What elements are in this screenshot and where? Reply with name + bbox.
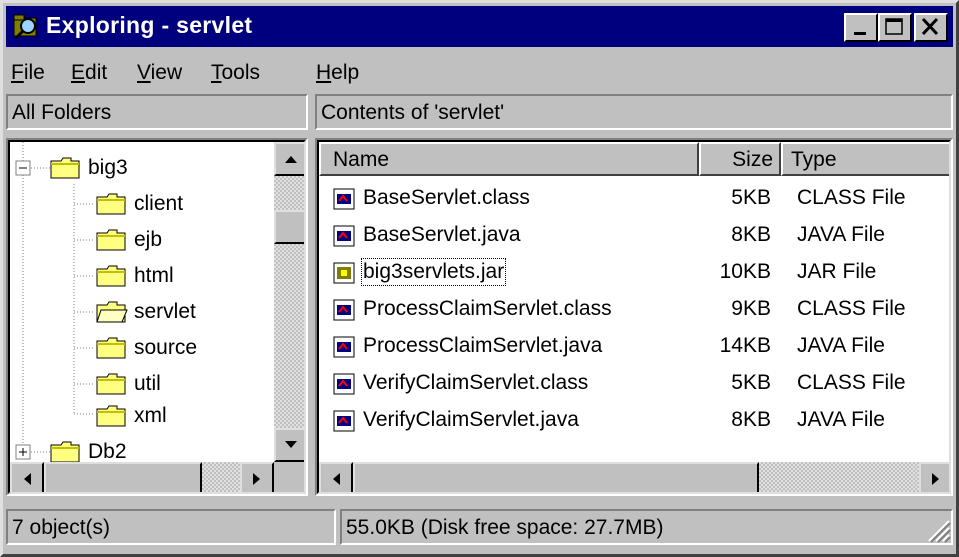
- menu-file[interactable]: File: [11, 61, 45, 85]
- arrow-left-icon: [333, 473, 340, 485]
- file-size: 5KB: [731, 186, 771, 209]
- tree-item-source[interactable]: source: [10, 332, 274, 366]
- tree-scroll-up-button[interactable]: [274, 142, 304, 176]
- file-type: JAVA File: [797, 223, 885, 246]
- close-icon: [921, 17, 939, 36]
- tree-item-servlet[interactable]: servlet: [10, 296, 274, 330]
- pane-splitter[interactable]: [308, 94, 315, 496]
- list-scroll-right-button[interactable]: [919, 462, 949, 492]
- arrow-up-icon: [285, 156, 297, 163]
- tree-vertical-scroll-thumb[interactable]: [274, 210, 304, 244]
- minimize-icon: [854, 32, 866, 35]
- column-header-type[interactable]: Type: [781, 142, 949, 176]
- tree-item-big3[interactable]: big3: [10, 152, 274, 186]
- tree-item-ejb[interactable]: ejb: [10, 224, 274, 258]
- tree-item-util[interactable]: util: [10, 368, 274, 402]
- arrow-left-icon: [24, 473, 31, 485]
- tree-item-html[interactable]: html: [10, 260, 274, 294]
- folder-icon: [50, 441, 80, 463]
- window-title: Exploring - servlet: [46, 12, 253, 38]
- tree-scroll-right-button[interactable]: [240, 462, 274, 492]
- contents-header: Contents of 'servlet': [315, 94, 953, 130]
- tree-scroll-left-button[interactable]: [10, 462, 44, 492]
- file-type: JAVA File: [797, 334, 885, 357]
- status-object-count: 7 object(s): [6, 509, 336, 545]
- folder-icon: [96, 405, 126, 427]
- folder-icon: [96, 337, 126, 359]
- arrow-down-icon: [285, 441, 297, 448]
- file-type: JAVA File: [797, 408, 885, 431]
- title-bar[interactable]: Exploring - servlet: [6, 6, 953, 47]
- arrow-right-icon: [253, 473, 260, 485]
- file-row[interactable]: big3servlets.jar 10KB JAR File: [319, 254, 939, 290]
- close-button[interactable]: [914, 13, 948, 42]
- file-size: 5KB: [731, 371, 771, 394]
- status-disk-space: 55.0KB (Disk free space: 27.7MB): [340, 509, 953, 545]
- maximize-icon: [885, 18, 903, 35]
- tree-item-client[interactable]: client: [10, 188, 274, 222]
- file-row[interactable]: BaseServlet.class 5KB CLASS File: [319, 180, 939, 216]
- folder-tree-pane[interactable]: big3 client ejb html servlet source util…: [6, 138, 308, 496]
- file-row[interactable]: BaseServlet.java 8KB JAVA File: [319, 217, 939, 253]
- file-row[interactable]: ProcessClaimServlet.java 14KB JAVA File: [319, 328, 939, 364]
- file-row[interactable]: VerifyClaimServlet.java 8KB JAVA File: [319, 402, 939, 438]
- minimize-button[interactable]: [844, 13, 878, 42]
- file-list-pane[interactable]: Name Size Type BaseServlet.class 5KB CLASS…: [315, 138, 953, 496]
- folder-icon: [96, 373, 126, 395]
- tree-item-xml[interactable]: xml: [10, 400, 274, 434]
- column-header-name[interactable]: Name: [319, 142, 699, 176]
- column-header-size[interactable]: Size: [699, 142, 781, 176]
- file-size: 14KB: [719, 334, 771, 357]
- all-folders-header: All Folders: [6, 94, 308, 130]
- tree-vertical-scrollbar[interactable]: [274, 142, 304, 462]
- resize-grip-icon[interactable]: [925, 517, 951, 543]
- file-size: 8KB: [731, 408, 771, 431]
- file-row[interactable]: ProcessClaimServlet.class 9KB CLASS File: [319, 291, 939, 327]
- list-horizontal-scroll-thumb[interactable]: [353, 462, 759, 492]
- list-scroll-left-button[interactable]: [319, 462, 353, 492]
- file-type: JAR File: [797, 260, 877, 283]
- explorer-magnifier-icon: [13, 14, 37, 40]
- folder-icon: [50, 157, 80, 179]
- file-type: CLASS File: [797, 186, 906, 209]
- menu-view[interactable]: View: [137, 61, 182, 85]
- file-type: CLASS File: [797, 371, 906, 394]
- menu-bar: File Edit View Tools Help: [6, 53, 953, 93]
- menu-edit[interactable]: Edit: [71, 61, 107, 85]
- open-folder-icon: [96, 301, 128, 323]
- folder-icon: [96, 193, 126, 215]
- maximize-button[interactable]: [878, 13, 912, 42]
- file-type: CLASS File: [797, 297, 906, 320]
- tree-scroll-down-button[interactable]: [274, 428, 304, 462]
- explorer-window: Exploring - servlet File Edit View Tools…: [0, 0, 959, 557]
- folder-icon: [96, 229, 126, 251]
- file-size: 8KB: [731, 223, 771, 246]
- scroll-corner: [274, 462, 304, 492]
- folder-icon: [96, 265, 126, 287]
- file-size: 9KB: [731, 297, 771, 320]
- tree-horizontal-scroll-thumb[interactable]: [44, 462, 202, 492]
- arrow-right-icon: [932, 473, 939, 485]
- menu-tools[interactable]: Tools: [211, 61, 260, 85]
- menu-help[interactable]: Help: [316, 61, 359, 85]
- file-size: 10KB: [719, 260, 771, 283]
- file-row[interactable]: VerifyClaimServlet.class 5KB CLASS File: [319, 365, 939, 401]
